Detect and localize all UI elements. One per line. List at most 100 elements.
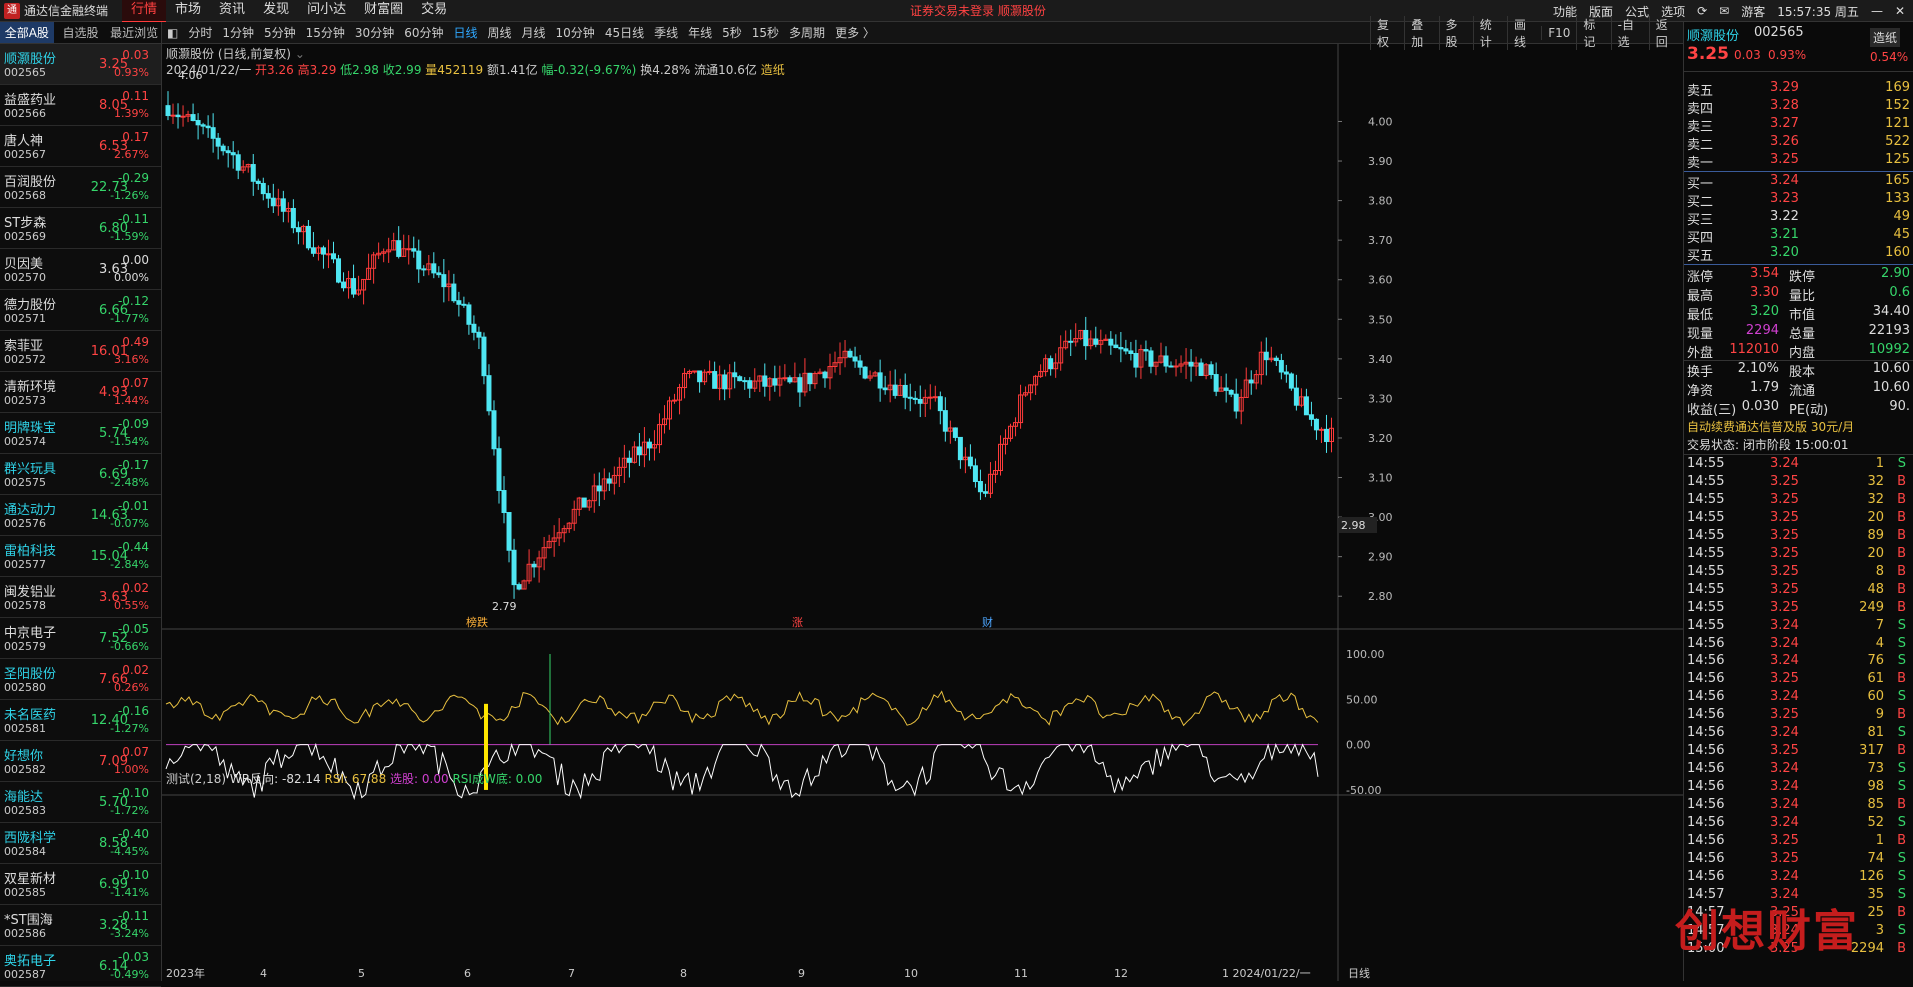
tick-side: B	[1897, 527, 1906, 543]
stock-row[interactable]: 闽发铝业 002578 3.63 0.02 0.55%	[0, 577, 161, 618]
event-marker[interactable]: 榜跌	[466, 615, 488, 629]
stock-row[interactable]: 双星新材 002585 6.99 -0.10 -1.41%	[0, 864, 161, 905]
refresh-icon[interactable]: ⟳	[1697, 4, 1707, 18]
kline-chart[interactable]: 4.00 3.90 3.80 3.70 3.60 3.50 3.40 3.30 3.20 3.10…	[162, 44, 1683, 981]
tf-tab[interactable]: 更多 〉	[830, 24, 880, 41]
stat-label: 现量	[1687, 327, 1714, 342]
tf-tab[interactable]: 30分钟	[350, 24, 399, 41]
tab-recent[interactable]: 最近浏览	[107, 22, 161, 43]
close-icon[interactable]: ✕	[1895, 4, 1905, 18]
tf-tab[interactable]: 15秒	[747, 24, 784, 41]
tab-watchlist[interactable]: 自选股	[54, 22, 108, 43]
candle-body	[772, 378, 778, 386]
tf-tab[interactable]: 年线	[683, 24, 717, 41]
stock-row[interactable]: 海能达 002583 5.70 -0.10 -1.72%	[0, 782, 161, 823]
tf-tab[interactable]: 1分钟	[217, 24, 259, 41]
user-label[interactable]: 游客	[1741, 3, 1765, 20]
watermark-logo: 创想财富	[1675, 906, 1859, 957]
stat-value: 10992	[1868, 342, 1910, 357]
message-icon[interactable]: ✉	[1719, 4, 1729, 18]
stock-row[interactable]: 未名医药 002581 12.40 -0.16 -1.27%	[0, 700, 161, 741]
x-tick-label: 12	[1114, 967, 1128, 980]
stock-row[interactable]: 通达动力 002576 14.63 -0.01 -0.07%	[0, 495, 161, 536]
candle-body	[250, 164, 256, 182]
tick-side: S	[1897, 850, 1906, 866]
order-book-row: 买四 3.21 45	[1684, 227, 1913, 246]
quote-header: 顺灏股份 002565 3.25 0.03 0.93% 造纸 0.54%	[1684, 22, 1913, 72]
menu-item-2[interactable]: 资讯	[210, 0, 254, 23]
stock-row[interactable]: 益盛药业 002566 8.05 0.11 1.39%	[0, 85, 161, 126]
stock-row[interactable]: 唐人神 002567 6.53 0.17 2.67%	[0, 126, 161, 167]
quote-chg: 0.03	[1734, 48, 1761, 62]
stock-name: 百润股份	[4, 175, 57, 190]
tf-tab[interactable]: 5分钟	[259, 24, 301, 41]
panel-toggle-icon[interactable]: ◧	[162, 26, 183, 40]
stock-code: 002586	[4, 927, 46, 940]
menu-item-5[interactable]: 财富圈	[355, 0, 412, 23]
stock-row[interactable]: 西陇科学 002584 8.58 -0.40 -4.45%	[0, 823, 161, 864]
chart-tool-button[interactable]: F10	[1541, 25, 1576, 40]
stock-row[interactable]: 德力股份 002571 6.66 -0.12 -1.77%	[0, 290, 161, 331]
tf-tab[interactable]: 15分钟	[301, 24, 350, 41]
menu-item-0[interactable]: 行情	[122, 0, 167, 23]
stat-row: 涨停 3.54 跌停 2.90	[1684, 266, 1913, 285]
stock-code: 002577	[4, 558, 46, 571]
tab-all-a[interactable]: 全部A股	[0, 22, 54, 43]
tick-volume: 1	[1875, 832, 1884, 848]
stock-row[interactable]: 雷柏科技 002577 15.04 -0.44 -2.84%	[0, 536, 161, 577]
stock-row[interactable]: 贝因美 002570 3.63 0.00 0.00%	[0, 249, 161, 290]
y-tick-label: 3.50	[1368, 313, 1393, 326]
tf-tab[interactable]: 季线	[649, 24, 683, 41]
event-marker[interactable]: 涨	[792, 616, 803, 629]
candle-body	[937, 396, 943, 412]
tf-tab[interactable]: 5秒	[717, 24, 747, 41]
tf-tab[interactable]: 60分钟	[399, 24, 448, 41]
sector-button[interactable]: 造纸	[1870, 28, 1901, 47]
tick-side: B	[1897, 545, 1906, 561]
tf-tab[interactable]: 45日线	[600, 24, 649, 41]
stock-row[interactable]: 中京电子 002579 7.52 -0.05 -0.66%	[0, 618, 161, 659]
tf-tab[interactable]: 日线	[448, 24, 482, 41]
minimize-icon[interactable]: —	[1871, 4, 1883, 18]
stock-row[interactable]: 索菲亚 002572 16.01 0.49 3.16%	[0, 331, 161, 372]
stock-row[interactable]: *ST围海 002586 3.28 -0.11 -3.24%	[0, 905, 161, 946]
promo-banner[interactable]: 自动续费通达信普及版 30元/月	[1684, 418, 1913, 436]
event-marker[interactable]: 财	[982, 615, 993, 629]
stock-change: -0.12	[117, 294, 149, 308]
stock-change: 0.11	[122, 89, 149, 103]
tick-row: 14:56 3.24 60 S	[1684, 689, 1913, 707]
menu-item-4[interactable]: 问小达	[298, 0, 355, 23]
stock-row[interactable]: ST步森 002569 6.80 -0.11 -1.59%	[0, 208, 161, 249]
stock-row[interactable]: 好想你 002582 7.09 0.07 1.00%	[0, 741, 161, 782]
stock-row[interactable]: 顺灏股份 002565 3.25 0.03 0.93%	[0, 44, 161, 85]
candle-body	[857, 360, 863, 368]
stock-name: 圣阳股份	[4, 667, 57, 682]
stock-row[interactable]: 群兴玩具 002575 6.69 -0.17 -2.48%	[0, 454, 161, 495]
stock-pct: 1.00%	[114, 763, 149, 776]
candle-body	[531, 563, 537, 568]
stock-code: 002572	[4, 353, 46, 366]
stock-row[interactable]: 圣阳股份 002580 7.66 0.02 0.26%	[0, 659, 161, 700]
stock-code: 002569	[4, 230, 46, 243]
stock-row[interactable]: 明牌珠宝 002574 5.74 -0.09 -1.54%	[0, 413, 161, 454]
stock-pct: 1.39%	[114, 107, 149, 120]
menu-item-3[interactable]: 发现	[254, 0, 298, 23]
tf-tab[interactable]: 分时	[183, 24, 217, 41]
indicator-wr: WR反向: -82.14	[229, 772, 321, 786]
tf-tab[interactable]: 10分钟	[551, 24, 600, 41]
stock-list-panel: 全部A股 自选股 最近浏览 顺灏股份 002565 3.25 0.03 0.93% 益盛药…	[0, 22, 162, 987]
menu-function[interactable]: 功能	[1553, 3, 1577, 20]
tf-tab[interactable]: 月线	[517, 24, 551, 41]
indicator-name[interactable]: 测试(2,18)	[166, 772, 226, 786]
candle-body	[1248, 379, 1254, 384]
tf-tab[interactable]: 多周期	[784, 24, 830, 41]
menu-item-1[interactable]: 市场	[166, 0, 210, 23]
tf-tab[interactable]: 周线	[483, 24, 517, 41]
stock-row[interactable]: 百润股份 002568 22.73 -0.29 -1.26%	[0, 167, 161, 208]
menu-item-6[interactable]: 交易	[412, 0, 456, 23]
candle-body	[456, 300, 462, 305]
tick-time: 14:56	[1687, 850, 1725, 866]
login-notice[interactable]: 证券交易未登录 顺灏股份	[910, 2, 1046, 19]
stock-row[interactable]: 清新环境 002573 4.93 0.07 1.44%	[0, 372, 161, 413]
x-tick-label: 2023年	[166, 966, 205, 980]
